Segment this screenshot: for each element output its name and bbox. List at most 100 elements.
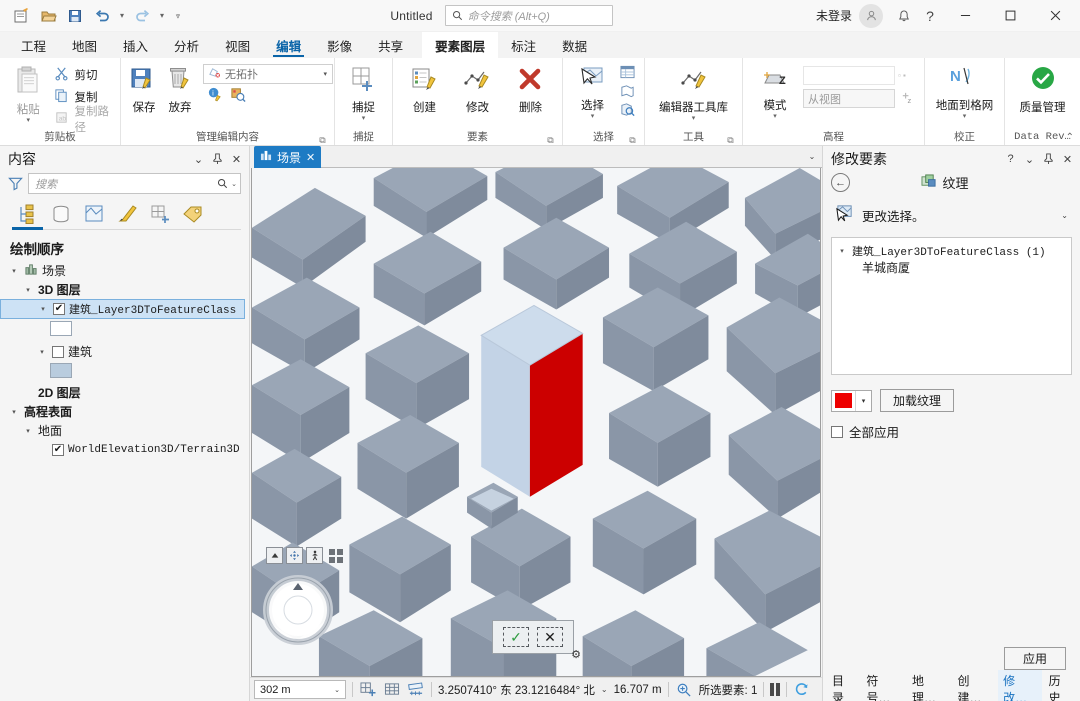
editor-toolbox-button[interactable]: 编辑器工具库 ▾: [653, 62, 734, 122]
edit-status-button[interactable]: i: [205, 85, 226, 106]
full-extent-icon[interactable]: [329, 548, 343, 563]
tab-geoprocessing[interactable]: 地理…: [907, 670, 951, 701]
delete-features-button[interactable]: 删除: [505, 62, 556, 115]
change-selection-row[interactable]: 更改选择。 ⌄: [831, 201, 1072, 229]
error-inspector-button[interactable]: [228, 85, 249, 106]
editor-toolbox-dropdown-icon[interactable]: ▾: [692, 115, 696, 122]
list-by-snapping-icon[interactable]: [146, 201, 173, 227]
twisty-icon[interactable]: ▾: [37, 305, 49, 313]
cancel-edit-button[interactable]: ✕: [537, 627, 563, 647]
command-search-input[interactable]: 命令搜索 (Alt+Q): [444, 5, 613, 26]
add-grid-icon[interactable]: [359, 681, 377, 699]
maximize-button[interactable]: [988, 0, 1033, 32]
list-by-data-source-icon[interactable]: [47, 201, 74, 227]
tab-catalog[interactable]: 目录: [827, 670, 859, 701]
tree-item-scene[interactable]: ▾ 场景: [0, 261, 249, 280]
ground-to-grid-button[interactable]: N 地面到格网 ▾: [930, 62, 1000, 120]
select-dropdown-icon[interactable]: ▾: [591, 113, 595, 120]
save-edits-button[interactable]: 保存: [127, 62, 161, 115]
save-project-icon[interactable]: [62, 4, 88, 28]
tab-map[interactable]: 地图: [59, 32, 110, 58]
sign-in-status[interactable]: 未登录: [816, 7, 852, 24]
open-project-icon[interactable]: [35, 4, 61, 28]
color-swatch[interactable]: [832, 390, 856, 411]
finish-edit-button[interactable]: ✓: [503, 627, 529, 647]
paste-button[interactable]: 粘贴 ▾: [6, 62, 50, 124]
tab-project[interactable]: 工程: [8, 32, 59, 58]
tree-item-world-elevation[interactable]: WorldElevation3D/Terrain3D: [0, 440, 249, 459]
contents-search-dropdown-icon[interactable]: ⌄: [231, 180, 237, 188]
snapping-button[interactable]: 捕捉 ▾: [341, 62, 386, 122]
pan-icon[interactable]: [286, 547, 303, 564]
list-by-editing-icon[interactable]: [113, 201, 140, 227]
change-selection-dropdown-icon[interactable]: ⌄: [1061, 211, 1068, 220]
twisty-icon[interactable]: ▾: [8, 408, 20, 416]
selection-list[interactable]: ▾ 建筑_Layer3DToFeatureClass (1) 羊城商厦: [831, 237, 1072, 375]
tree-item-building-layer3dtofeatureclass[interactable]: ▾ 建筑_Layer3DToFeatureClass: [0, 299, 245, 319]
minimize-button[interactable]: [943, 0, 988, 32]
tab-labeling[interactable]: 标注: [498, 32, 549, 58]
create-features-button[interactable]: 创建: [399, 62, 450, 115]
tab-share[interactable]: 共享: [365, 32, 416, 58]
bell-icon[interactable]: [891, 4, 917, 28]
elevation-mode-dropdown-icon[interactable]: ▾: [773, 113, 777, 120]
tab-edit[interactable]: 编辑: [263, 32, 314, 58]
attribute-table-button[interactable]: [618, 64, 638, 82]
load-texture-button[interactable]: 加载纹理: [880, 389, 955, 412]
redo-dropdown-icon[interactable]: ▾: [156, 4, 168, 28]
view-tab-scene[interactable]: 场景 ✕: [254, 146, 322, 168]
modify-features-button[interactable]: 修改: [452, 62, 503, 115]
list-by-drawing-order-icon[interactable]: [12, 201, 43, 230]
measure-icon[interactable]: [407, 681, 425, 699]
undo-icon[interactable]: [89, 4, 115, 28]
layer-visibility-checkbox[interactable]: [53, 303, 65, 315]
compass-navigator[interactable]: [262, 574, 334, 646]
tab-data[interactable]: 数据: [549, 32, 600, 58]
apply-all-checkbox[interactable]: [831, 425, 843, 438]
list-by-selection-icon[interactable]: [80, 201, 107, 227]
filter-icon[interactable]: [6, 175, 24, 193]
elevation-mode-button[interactable]: Z 模式 ▾: [749, 62, 801, 120]
cut-button[interactable]: 剪切: [52, 64, 114, 85]
modify-panel-pin-icon[interactable]: [1040, 150, 1057, 168]
tab-insert[interactable]: 插入: [110, 32, 161, 58]
tab-modify-features[interactable]: 修改…: [998, 670, 1042, 701]
contents-panel-menu-icon[interactable]: ⌄: [190, 150, 207, 168]
twisty-icon[interactable]: ▾: [36, 348, 48, 356]
symbol-swatch[interactable]: [50, 321, 72, 336]
view-tab-close-icon[interactable]: ✕: [306, 151, 315, 164]
gear-icon[interactable]: ⚙: [571, 648, 581, 661]
tree-item-3d-layers[interactable]: ▾ 3D 图层: [0, 280, 249, 299]
tab-imagery[interactable]: 影像: [314, 32, 365, 58]
undo-dropdown-icon[interactable]: ▾: [116, 4, 128, 28]
selection-group-row[interactable]: ▾ 建筑_Layer3DToFeatureClass (1): [836, 242, 1067, 259]
dialog-launcher-selection[interactable]: ⧉: [627, 133, 638, 145]
tab-view[interactable]: 视图: [212, 32, 263, 58]
refresh-icon[interactable]: [793, 681, 811, 699]
twisty-icon[interactable]: ▾: [8, 267, 20, 275]
tab-feature-layer[interactable]: 要素图层: [422, 32, 499, 58]
tab-analysis[interactable]: 分析: [161, 32, 212, 58]
dialog-launcher-manage-edits[interactable]: ⧉: [317, 133, 328, 145]
contents-panel-pin-icon[interactable]: [209, 150, 226, 168]
zoom-to-selection-button[interactable]: [618, 102, 638, 120]
topology-dropdown-icon[interactable]: ▾: [323, 70, 330, 78]
redo-icon[interactable]: [129, 4, 155, 28]
selection-item-row[interactable]: 羊城商厦: [836, 259, 1067, 276]
snapping-dropdown-icon[interactable]: ▾: [362, 115, 366, 122]
dialog-launcher-tools[interactable]: ⧉: [725, 133, 736, 145]
scale-dropdown-icon[interactable]: ⌄: [334, 686, 343, 694]
close-button[interactable]: [1033, 0, 1078, 32]
collapse-ribbon-icon[interactable]: ⌃: [1066, 132, 1074, 143]
tree-item-building[interactable]: ▾ 建筑: [0, 342, 249, 361]
twisty-icon[interactable]: ▾: [22, 286, 34, 294]
list-by-labeling-icon[interactable]: [179, 201, 206, 227]
copy-path-button[interactable]: ab 复制路径: [52, 106, 114, 134]
pause-drawing-icon[interactable]: [770, 683, 781, 696]
scale-selector[interactable]: 302 m ⌄: [254, 680, 346, 699]
tree-item-ground[interactable]: ▾ 地面: [0, 421, 249, 440]
scene-view[interactable]: ✓ ✕ ⚙: [251, 168, 821, 677]
walk-mode-icon[interactable]: [306, 547, 323, 564]
quality-management-button[interactable]: 质量管理: [1014, 62, 1072, 115]
tab-create-features[interactable]: 创建…: [953, 670, 997, 701]
